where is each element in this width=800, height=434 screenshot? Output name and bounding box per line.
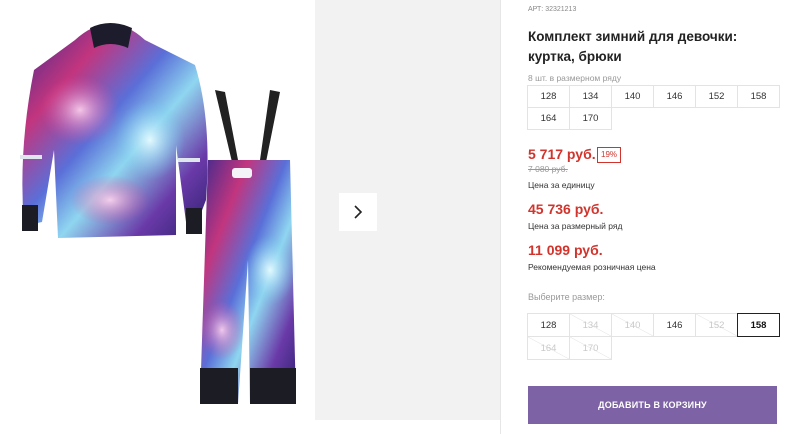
add-to-cart-button[interactable]: ДОБАВИТЬ В КОРЗИНУ bbox=[528, 386, 777, 424]
article-number: АРТ: 32321213 bbox=[528, 6, 577, 13]
size-option-140: 140 bbox=[611, 313, 654, 337]
size-row-grid: 128 134 140 146 152 158 164 170 bbox=[527, 85, 780, 130]
size-row-cell: 146 bbox=[653, 85, 696, 108]
unit-price: 5 717 руб. bbox=[528, 146, 596, 162]
size-option-146[interactable]: 146 bbox=[653, 313, 696, 337]
size-row-cell: 134 bbox=[569, 85, 612, 108]
product-photo[interactable] bbox=[0, 0, 315, 420]
product-title: Комплект зимний для девочки: куртка, брю… bbox=[528, 29, 738, 64]
size-row-note: 8 шт. в размерном ряду bbox=[528, 73, 622, 83]
size-row-cell: 164 bbox=[527, 107, 570, 130]
size-option-158[interactable]: 158 bbox=[737, 313, 780, 337]
discount-badge: 19% bbox=[597, 147, 622, 163]
size-row-cell: 128 bbox=[527, 85, 570, 108]
size-row-cell: 152 bbox=[695, 85, 738, 108]
next-image-button[interactable] bbox=[339, 193, 377, 231]
retail-price: 11 099 руб. bbox=[528, 242, 603, 258]
size-row-cell: 140 bbox=[611, 85, 654, 108]
snowsuit-image bbox=[20, 23, 296, 404]
row-price: 45 736 руб. bbox=[528, 201, 604, 217]
size-option-134: 134 bbox=[569, 313, 612, 337]
column-divider bbox=[500, 0, 501, 434]
size-option-152: 152 bbox=[695, 313, 738, 337]
size-option-170: 170 bbox=[569, 336, 612, 360]
old-price: 7 080 руб. bbox=[528, 164, 568, 174]
retail-price-label: Рекомендуемая розничная цена bbox=[528, 262, 656, 272]
chevron-right-icon bbox=[354, 205, 363, 219]
size-row-cell: 170 bbox=[569, 107, 612, 130]
size-option-164: 164 bbox=[527, 336, 570, 360]
unit-price-label: Цена за единицу bbox=[528, 180, 595, 190]
size-option-128[interactable]: 128 bbox=[527, 313, 570, 337]
size-picker: 128 134 140 146 152 158 164 170 bbox=[527, 313, 780, 360]
row-price-label: Цена за размерный ряд bbox=[528, 221, 623, 231]
size-row-cell: 158 bbox=[737, 85, 780, 108]
choose-size-label: Выберите размер: bbox=[528, 292, 605, 302]
product-gallery bbox=[0, 0, 500, 434]
